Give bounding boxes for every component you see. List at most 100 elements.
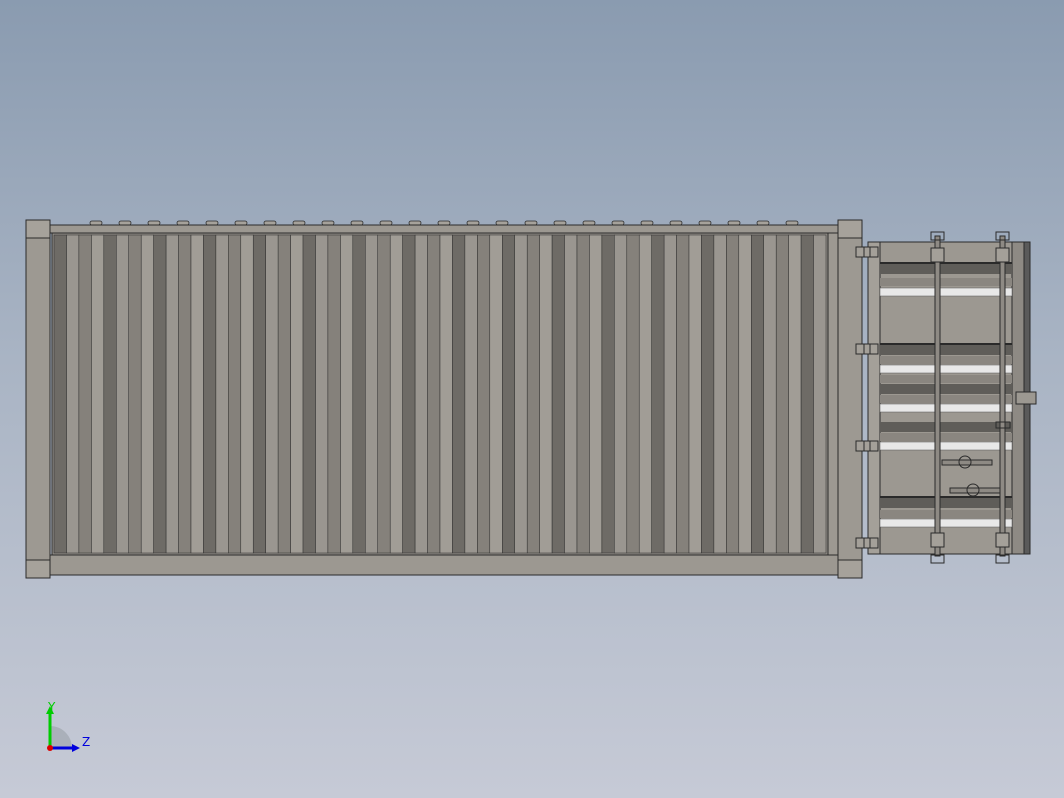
roof-bump bbox=[408, 220, 422, 226]
corrugation bbox=[626, 234, 640, 554]
door-post-left bbox=[867, 241, 881, 555]
bottom-rail bbox=[47, 554, 841, 576]
corrugation bbox=[614, 234, 628, 554]
corrugation bbox=[340, 234, 354, 554]
corrugation bbox=[377, 234, 391, 554]
left-end-frame bbox=[25, 219, 51, 579]
corrugation bbox=[663, 234, 677, 554]
corrugation bbox=[688, 234, 702, 554]
roof-bump bbox=[350, 220, 364, 226]
roof-bump bbox=[785, 220, 799, 226]
corrugation bbox=[252, 234, 266, 554]
corrugation bbox=[738, 234, 752, 554]
corrugation bbox=[78, 234, 92, 554]
corrugation bbox=[265, 234, 279, 554]
corrugation bbox=[726, 234, 740, 554]
corrugations bbox=[53, 234, 827, 554]
corrugation bbox=[489, 234, 503, 554]
roof-bump bbox=[437, 220, 451, 226]
corrugation bbox=[165, 234, 179, 554]
corrugation bbox=[564, 234, 578, 554]
roof-bump bbox=[147, 220, 161, 226]
right-end-post bbox=[837, 219, 863, 579]
corrugation bbox=[103, 234, 117, 554]
corrugation bbox=[713, 234, 727, 554]
corrugation bbox=[701, 234, 715, 554]
corrugation bbox=[439, 234, 453, 554]
corrugation bbox=[576, 234, 590, 554]
roof-bump bbox=[205, 220, 219, 226]
roof-bump bbox=[292, 220, 306, 226]
roof-bump bbox=[582, 220, 596, 226]
corrugation bbox=[539, 234, 553, 554]
corrugation bbox=[116, 234, 130, 554]
y-axis-label: Y bbox=[47, 700, 56, 714]
corrugation bbox=[800, 234, 814, 554]
corrugation bbox=[464, 234, 478, 554]
container-body bbox=[25, 219, 863, 579]
corrugation bbox=[140, 234, 154, 554]
corrugation bbox=[551, 234, 565, 554]
corrugation bbox=[153, 234, 167, 554]
corrugation bbox=[302, 234, 316, 554]
corrugation bbox=[414, 234, 428, 554]
corrugation bbox=[315, 234, 329, 554]
roof-bump bbox=[118, 220, 132, 226]
corrugation bbox=[352, 234, 366, 554]
z-axis-arrow bbox=[72, 744, 80, 752]
corrugation bbox=[178, 234, 192, 554]
roof-bump bbox=[756, 220, 770, 226]
door-end bbox=[855, 231, 1037, 564]
right-corner-top bbox=[837, 219, 863, 239]
corrugation bbox=[477, 234, 491, 554]
corrugation bbox=[290, 234, 304, 554]
corrugation bbox=[240, 234, 254, 554]
corrugation bbox=[389, 234, 403, 554]
roof-bump bbox=[553, 220, 567, 226]
corrugation bbox=[775, 234, 789, 554]
corrugation bbox=[365, 234, 379, 554]
right-end-frame bbox=[827, 232, 839, 556]
roof-bump bbox=[321, 220, 335, 226]
corrugation bbox=[651, 234, 665, 554]
corrugation bbox=[638, 234, 652, 554]
corrugation bbox=[228, 234, 242, 554]
graphics-viewport[interactable] bbox=[0, 0, 1064, 798]
z-axis-label: Z bbox=[82, 735, 90, 749]
door-hinge bbox=[855, 440, 879, 452]
roof-bump bbox=[466, 220, 480, 226]
corrugation bbox=[427, 234, 441, 554]
door-hinge bbox=[855, 343, 879, 355]
roof-bumps bbox=[89, 220, 799, 226]
roof-bump bbox=[669, 220, 683, 226]
roof-bump bbox=[640, 220, 654, 226]
door-hinge bbox=[855, 537, 879, 549]
corrugation bbox=[751, 234, 765, 554]
roof-bump bbox=[698, 220, 712, 226]
corrugation bbox=[813, 234, 827, 554]
corrugation bbox=[514, 234, 528, 554]
corrugation bbox=[676, 234, 690, 554]
corrugation bbox=[601, 234, 615, 554]
corrugation bbox=[203, 234, 217, 554]
corrugation bbox=[589, 234, 603, 554]
triad-quadrant bbox=[50, 726, 72, 748]
view-triad[interactable]: Y Z bbox=[40, 698, 100, 758]
top-rail bbox=[47, 224, 841, 234]
corrugation bbox=[53, 234, 67, 554]
corrugation bbox=[526, 234, 540, 554]
left-corner-bottom bbox=[25, 559, 51, 579]
roof-bump bbox=[263, 220, 277, 226]
roof-bump bbox=[89, 220, 103, 226]
roof-bump bbox=[234, 220, 248, 226]
corrugation bbox=[402, 234, 416, 554]
roof-bump bbox=[379, 220, 393, 226]
door-hinge bbox=[855, 246, 879, 258]
roof-bump bbox=[611, 220, 625, 226]
corrugation bbox=[327, 234, 341, 554]
corrugation bbox=[215, 234, 229, 554]
roof-bump bbox=[524, 220, 538, 226]
corrugation bbox=[502, 234, 516, 554]
roof-bump bbox=[495, 220, 509, 226]
roof-bump bbox=[176, 220, 190, 226]
